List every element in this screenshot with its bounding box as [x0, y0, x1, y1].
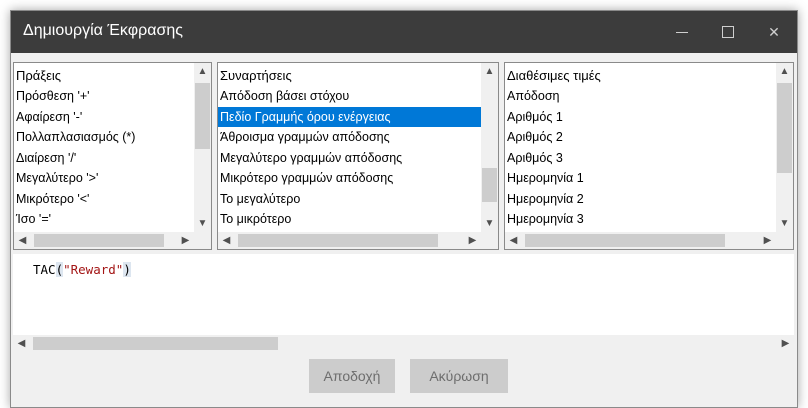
list-item[interactable]: Το μεγαλύτερο: [218, 189, 481, 210]
expression-text[interactable]: TAC("Reward"): [33, 262, 131, 277]
scroll-up-arrow-icon[interactable]: ▲: [481, 63, 498, 80]
scroll-right-arrow-icon[interactable]: ▶: [464, 232, 481, 249]
close-icon: ✕: [768, 23, 780, 40]
function-name: TAC: [33, 262, 56, 277]
list-item[interactable]: Απόδοση: [505, 86, 776, 107]
scroll-left-arrow-icon[interactable]: ◀: [218, 232, 235, 249]
expression-builder-dialog: Δημιουργία Έκφρασης ✕ Πράξεις Πρόσθεση '…: [10, 10, 798, 408]
functions-list-content: Συναρτήσεις Απόδοση βάσει στόχου Πεδίο Γ…: [218, 63, 481, 232]
values-list-content: Διαθέσιμες τιμές Απόδοση Αριθμός 1 Αριθμ…: [505, 63, 776, 232]
minimize-button[interactable]: [659, 11, 705, 53]
scrollbar-thumb[interactable]: [525, 234, 725, 247]
list-item[interactable]: Μικρότερο '<': [14, 189, 194, 210]
open-bracket: (: [55, 262, 64, 277]
list-item[interactable]: Άθροισμα γραμμών απόδοσης: [218, 127, 481, 148]
scrollbar-thumb[interactable]: [34, 234, 164, 247]
scroll-right-arrow-icon[interactable]: ▶: [759, 232, 776, 249]
scroll-left-arrow-icon[interactable]: ◀: [13, 335, 30, 352]
scroll-up-arrow-icon[interactable]: ▲: [776, 63, 793, 80]
scrollbar-thumb[interactable]: [482, 168, 497, 202]
close-button[interactable]: ✕: [751, 11, 797, 53]
scroll-corner: [776, 232, 793, 249]
list-item[interactable]: Απόδοση βάσει στόχου: [218, 86, 481, 107]
scroll-corner: [194, 232, 211, 249]
list-item[interactable]: Ημερομηνία 2: [505, 189, 776, 210]
functions-vertical-scrollbar[interactable]: ▲ ▼: [481, 63, 498, 232]
list-item[interactable]: Πρόσθεση '+': [14, 86, 194, 107]
list-item[interactable]: Ημερομηνία 3: [505, 209, 776, 230]
maximize-icon: [722, 26, 734, 38]
string-argument: "Reward": [63, 262, 124, 277]
operations-horizontal-scrollbar[interactable]: ◀ ▶: [14, 232, 194, 249]
functions-list[interactable]: Συναρτήσεις Απόδοση βάσει στόχου Πεδίο Γ…: [217, 62, 499, 250]
list-item[interactable]: Μεγαλύτερο '>': [14, 168, 194, 189]
available-values-list[interactable]: Διαθέσιμες τιμές Απόδοση Αριθμός 1 Αριθμ…: [504, 62, 794, 250]
scroll-left-arrow-icon[interactable]: ◀: [505, 232, 522, 249]
editor-horizontal-scrollbar[interactable]: ◀ ▶: [13, 335, 794, 352]
list-item[interactable]: Αριθμός 1: [505, 107, 776, 128]
list-item[interactable]: Ίσο '=': [14, 209, 194, 230]
scroll-up-arrow-icon[interactable]: ▲: [194, 63, 211, 80]
scroll-right-arrow-icon[interactable]: ▶: [777, 335, 794, 352]
functions-header: Συναρτήσεις: [220, 68, 292, 83]
scrollbar-thumb[interactable]: [238, 234, 438, 247]
list-item[interactable]: Αφαίρεση '-': [14, 107, 194, 128]
operations-list[interactable]: Πράξεις Πρόσθεση '+' Αφαίρεση '-' Πολλαπ…: [13, 62, 212, 250]
scroll-down-arrow-icon[interactable]: ▼: [194, 215, 211, 232]
list-item[interactable]: Πολλαπλασιασμός (*): [14, 127, 194, 148]
scrollbar-thumb[interactable]: [777, 83, 792, 173]
list-item[interactable]: Μεγαλύτερο γραμμών απόδοσης: [218, 148, 481, 169]
operations-header: Πράξεις: [16, 68, 62, 83]
operations-list-content: Πράξεις Πρόσθεση '+' Αφαίρεση '-' Πολλαπ…: [14, 63, 194, 232]
list-item[interactable]: Μικρότερο γραμμών απόδοσης: [218, 168, 481, 189]
list-item[interactable]: Αριθμός 2: [505, 127, 776, 148]
scrollbar-thumb[interactable]: [33, 337, 278, 350]
values-vertical-scrollbar[interactable]: ▲ ▼: [776, 63, 793, 232]
list-item[interactable]: Αριθμός 3: [505, 148, 776, 169]
title-bar: Δημιουργία Έκφρασης ✕: [11, 11, 797, 53]
maximize-button[interactable]: [705, 11, 751, 53]
scroll-down-arrow-icon[interactable]: ▼: [481, 215, 498, 232]
expression-editor[interactable]: TAC("Reward") ◀ ▶: [13, 254, 794, 352]
values-header: Διαθέσιμες τιμές: [507, 68, 601, 83]
list-item-selected[interactable]: Πεδίο Γραμμής όρου ενέργειας: [218, 106, 481, 127]
minimize-icon: [676, 31, 688, 33]
scroll-right-arrow-icon[interactable]: ▶: [177, 232, 194, 249]
scrollbar-thumb[interactable]: [195, 83, 210, 149]
scroll-down-arrow-icon[interactable]: ▼: [776, 215, 793, 232]
accept-button[interactable]: Αποδοχή: [309, 359, 395, 393]
scroll-corner: [481, 232, 498, 249]
operations-vertical-scrollbar[interactable]: ▲ ▼: [194, 63, 211, 232]
functions-horizontal-scrollbar[interactable]: ◀ ▶: [218, 232, 481, 249]
close-bracket: ): [123, 262, 131, 277]
list-item[interactable]: Το μικρότερο: [218, 209, 481, 230]
list-item[interactable]: Ημερομηνία 1: [505, 168, 776, 189]
scroll-left-arrow-icon[interactable]: ◀: [14, 232, 31, 249]
list-item[interactable]: Διαίρεση '/': [14, 148, 194, 169]
window-title: Δημιουργία Έκφρασης: [23, 22, 183, 39]
cancel-button[interactable]: Ακύρωση: [410, 359, 508, 393]
values-horizontal-scrollbar[interactable]: ◀ ▶: [505, 232, 776, 249]
